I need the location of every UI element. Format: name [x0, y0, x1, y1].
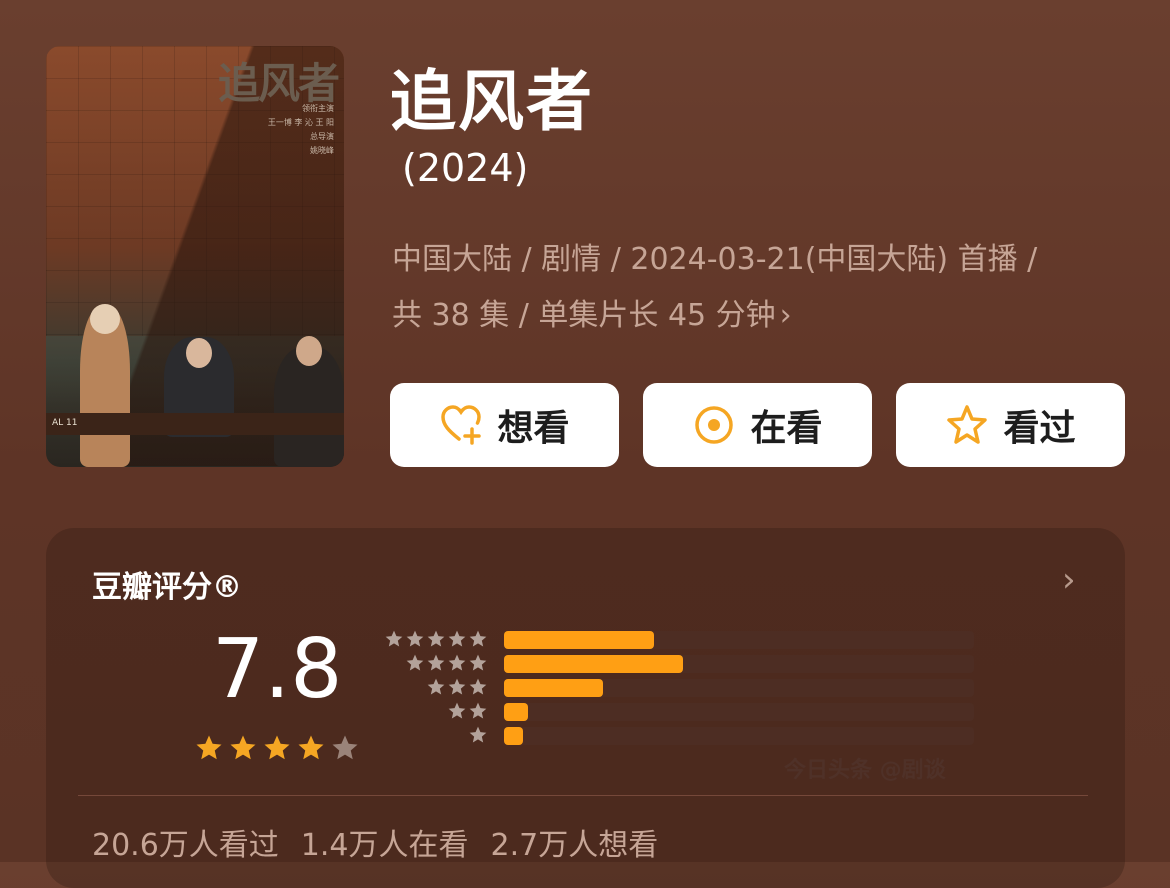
poster-figure-head	[90, 304, 120, 334]
distribution-bar-track	[504, 679, 974, 697]
poster-sign: AL 11	[52, 418, 78, 428]
star-small-icon	[406, 630, 424, 647]
count-want: 2.7万人想看	[490, 828, 659, 863]
star-empty-icon	[332, 735, 358, 760]
star-small-icon	[469, 630, 487, 647]
distribution-bar-track	[504, 727, 974, 745]
show-title: 追风者	[390, 63, 594, 140]
poster-credit-line: 姚晓峰	[310, 146, 334, 155]
distribution-bar-track	[504, 655, 974, 673]
star-filled-icon	[298, 735, 324, 760]
poster-figure-head	[296, 336, 322, 366]
poster-image[interactable]: 追风者 领衔主演 王一博 李 沁 王 阳 总导演 姚晓峰 AL 11	[46, 46, 344, 467]
watching-button[interactable]: 在看	[643, 383, 872, 467]
star-filled-icon	[230, 735, 256, 760]
rating-label: 豆瓣评分®	[92, 570, 242, 605]
chevron-right-icon[interactable]: ›	[1062, 560, 1076, 600]
star-small-icon	[448, 654, 466, 671]
want-to-watch-button[interactable]: 想看	[390, 383, 619, 467]
star-small-icon	[469, 702, 487, 719]
star-small-icon	[427, 654, 445, 671]
star-small-icon	[385, 630, 403, 647]
meta-line-1: 中国大陆 / 剧情 / 2024-03-21(中国大陆) 首播 /	[392, 242, 1038, 277]
distribution-bar-fill	[504, 727, 523, 745]
star-small-icon	[448, 630, 466, 647]
distribution-bar-fill	[504, 655, 683, 673]
show-year: (2024)	[402, 146, 529, 190]
poster-credits: 领衔主演 王一博 李 沁 王 阳 总导演 姚晓峰	[244, 102, 334, 158]
target-circle-icon	[695, 406, 734, 444]
star-small-icon	[406, 654, 424, 671]
count-watched: 20.6万人看过	[92, 828, 279, 863]
distribution-bar-fill	[504, 703, 528, 721]
distribution-stars-3	[384, 677, 488, 699]
poster-figure-head	[186, 338, 212, 368]
poster-desk	[46, 413, 344, 435]
star-small-icon	[469, 678, 487, 695]
meta-line-2-text: 共 38 集 / 单集片长 45 分钟	[392, 298, 776, 333]
count-watching: 1.4万人在看	[300, 828, 469, 863]
distribution-bar-fill	[504, 679, 603, 697]
rating-score: 7.8	[212, 622, 343, 717]
show-meta[interactable]: 中国大陆 / 剧情 / 2024-03-21(中国大陆) 首播 / 共 38 集…	[392, 232, 1122, 344]
distribution-stars-4	[384, 653, 488, 675]
star-small-icon	[469, 726, 487, 743]
poster-credit-line: 领衔主演	[302, 104, 334, 113]
rating-stars	[194, 733, 360, 763]
watched-label: 看过	[1003, 408, 1076, 449]
star-small-icon	[448, 678, 466, 695]
star-filled-icon	[196, 735, 222, 760]
watched-button[interactable]: 看过	[896, 383, 1125, 467]
poster-credit-line: 王一博 李 沁 王 阳	[267, 118, 334, 127]
audience-counts: 20.6万人看过 1.4万人在看 2.7万人想看	[92, 820, 658, 864]
want-label: 想看	[497, 408, 570, 449]
watermark-text: 今日头条 @剧谈	[784, 758, 946, 783]
divider	[78, 795, 1088, 796]
distribution-bar-track	[504, 631, 974, 649]
poster-credit-line: 总导演	[310, 132, 334, 141]
star-small-icon	[427, 630, 445, 647]
distribution-stars-2	[384, 701, 488, 723]
star-outline-icon	[947, 405, 988, 444]
star-small-icon	[448, 702, 466, 719]
distribution-bar-track	[504, 703, 974, 721]
chevron-right-icon[interactable]: ›	[780, 298, 792, 333]
star-small-icon	[469, 654, 487, 671]
star-small-icon	[427, 678, 445, 695]
distribution-bar-fill	[504, 631, 655, 649]
meta-line-2: 共 38 集 / 单集片长 45 分钟 ›	[392, 288, 1122, 344]
watching-label: 在看	[750, 408, 823, 449]
heart-plus-icon	[441, 405, 482, 445]
distribution-stars-1	[384, 725, 488, 747]
star-filled-icon	[264, 735, 290, 760]
distribution-stars-5	[384, 629, 488, 651]
